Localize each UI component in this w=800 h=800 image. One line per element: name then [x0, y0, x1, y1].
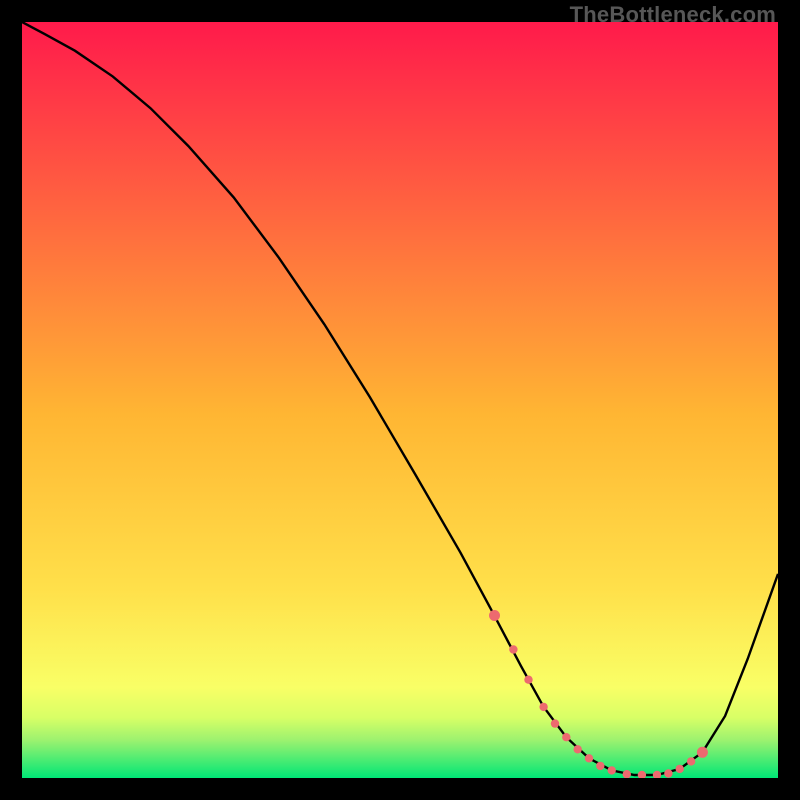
curve-marker [585, 754, 593, 762]
curve-marker [574, 745, 582, 753]
bottleneck-chart [22, 22, 778, 778]
plot-area [22, 22, 778, 778]
curve-marker [697, 747, 708, 758]
curve-marker [489, 610, 500, 621]
curve-marker [562, 733, 570, 741]
curve-marker [509, 645, 517, 653]
curve-marker [664, 769, 672, 777]
curve-marker [596, 762, 604, 770]
curve-marker [687, 757, 695, 765]
curve-marker [608, 766, 616, 774]
curve-marker [551, 719, 559, 727]
gradient-background [22, 22, 778, 778]
curve-marker [524, 676, 532, 684]
chart-frame: TheBottleneck.com [0, 0, 800, 800]
curve-marker [676, 765, 684, 773]
curve-marker [539, 703, 547, 711]
